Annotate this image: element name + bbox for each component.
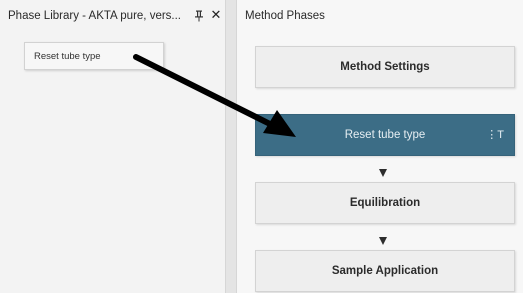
method-phases-panel: Method Phases Method Settings Reset tube… <box>237 0 523 293</box>
flow-arrow-down-icon <box>379 237 387 245</box>
phase-equilibration[interactable]: Equilibration <box>255 182 515 224</box>
phase-library-title: Phase Library - AKTA pure, vers... <box>8 9 181 22</box>
phase-drag-handle-icon[interactable]: ⋮T <box>486 128 504 141</box>
phase-library-header: Phase Library - AKTA pure, vers... <box>0 0 225 31</box>
phase-label: Equilibration <box>349 197 421 209</box>
method-phases-header: Method Phases <box>237 0 523 31</box>
phase-label: Method Settings <box>340 61 430 73</box>
phase-editor-window: Phase Library - AKTA pure, vers... ✕ Res… <box>0 0 523 293</box>
flow-arrow-down-icon <box>379 169 387 177</box>
phase-library-panel: Phase Library - AKTA pure, vers... ✕ Res… <box>0 0 225 293</box>
phase-reset-tube-type[interactable]: Reset tube type ⋮T <box>255 114 515 156</box>
phase-sample-application[interactable]: Sample Application <box>255 250 515 292</box>
panel-splitter[interactable] <box>225 0 237 293</box>
pin-icon[interactable] <box>194 9 204 22</box>
close-icon[interactable]: ✕ <box>210 8 222 22</box>
phase-label: Reset tube type <box>344 129 426 141</box>
phase-method-settings[interactable]: Method Settings <box>255 46 515 88</box>
method-phases-title: Method Phases <box>245 9 325 22</box>
phase-label: Sample Application <box>331 265 439 277</box>
library-item-reset-tube-type[interactable]: Reset tube type <box>24 42 164 70</box>
library-item-label: Reset tube type <box>34 50 101 62</box>
